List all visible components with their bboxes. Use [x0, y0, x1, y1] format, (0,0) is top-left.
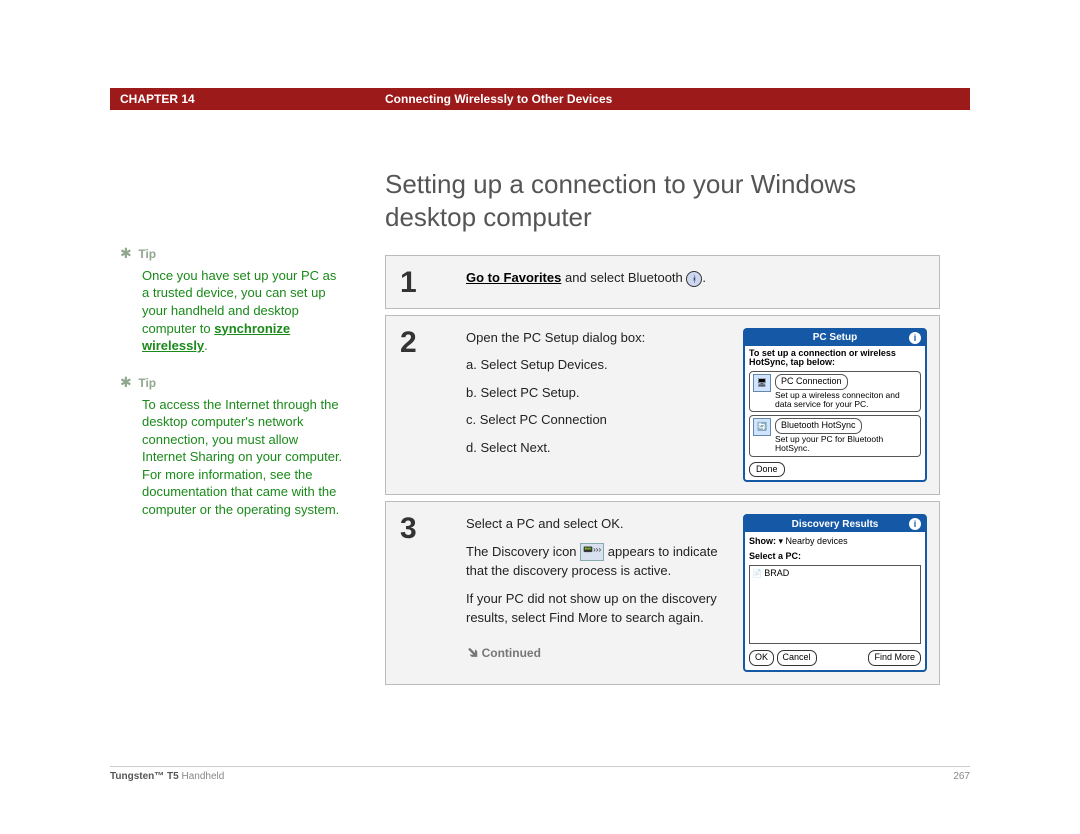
- bluetooth-hotsync-button: Bluetooth HotSync: [775, 418, 862, 434]
- page-title: Setting up a connection to your Windows …: [385, 168, 950, 233]
- pc-setup-screenshot: PC Setup i To set up a connection or wir…: [743, 328, 927, 483]
- cancel-button: Cancel: [777, 650, 817, 666]
- tip-body: Once you have set up your PC as a truste…: [142, 267, 345, 355]
- step-3: 3 Select a PC and select OK. The Discove…: [385, 501, 940, 685]
- tip-2: ✱ Tip To access the Internet through the…: [120, 373, 345, 519]
- show-row: Show: ▾ Nearby devices: [749, 535, 921, 549]
- go-to-favorites-link[interactable]: Go to Favorites: [466, 270, 561, 285]
- pc-setup-title: PC Setup i: [745, 330, 925, 346]
- chapter-header: CHAPTER 14 Connecting Wirelessly to Othe…: [110, 88, 970, 110]
- step-number: 3: [386, 502, 466, 684]
- discovery-title: Discovery Results i: [745, 516, 925, 532]
- ok-button: OK: [749, 650, 774, 666]
- step-body: Select a PC and select OK. The Discovery…: [466, 502, 939, 684]
- discovery-icon: 📟›››: [580, 543, 604, 561]
- step-body: Go to Favorites and select Bluetooth ᚼ.: [466, 256, 939, 308]
- discovery-results-screenshot: Discovery Results i Show: ▾ Nearby devic…: [743, 514, 927, 672]
- hotsync-icon: 🔄: [753, 418, 771, 436]
- page-number: 267: [953, 771, 970, 789]
- continued-label: ➔Continued: [466, 642, 731, 665]
- product-name: Tungsten™ T5 Handheld: [110, 771, 224, 789]
- asterisk-icon: ✱: [120, 374, 132, 390]
- step-body: Open the PC Setup dialog box: a. Select …: [466, 316, 939, 495]
- tip-label: Tip: [138, 376, 156, 390]
- step-1: 1 Go to Favorites and select Bluetooth ᚼ…: [385, 255, 940, 309]
- step-2: 2 Open the PC Setup dialog box: a. Selec…: [385, 315, 940, 496]
- tips-sidebar: ✱ Tip Once you have set up your PC as a …: [120, 244, 345, 536]
- page-footer: Tungsten™ T5 Handheld 267: [110, 766, 970, 789]
- list-item: BRAD: [752, 567, 918, 581]
- done-button: Done: [749, 462, 785, 478]
- step-number: 2: [386, 316, 466, 495]
- info-icon: i: [909, 332, 921, 344]
- pc-setup-instructions: To set up a connection or wireless HotSy…: [749, 349, 921, 369]
- asterisk-icon: ✱: [120, 245, 132, 261]
- bluetooth-icon: ᚼ: [686, 271, 702, 287]
- select-pc-label: Select a PC:: [749, 550, 921, 564]
- chapter-label: CHAPTER 14: [110, 92, 385, 106]
- pc-connection-button: PC Connection: [775, 374, 848, 390]
- bluetooth-hotsync-option: 🔄 Bluetooth HotSync Set up your PC for B…: [749, 415, 921, 456]
- chapter-title: Connecting Wirelessly to Other Devices: [385, 92, 612, 106]
- pc-connection-option: 🖥 PC Connection Set up a wireless connec…: [749, 371, 921, 412]
- tip-1: ✱ Tip Once you have set up your PC as a …: [120, 244, 345, 355]
- find-more-button: Find More: [868, 650, 921, 666]
- steps-container: 1 Go to Favorites and select Bluetooth ᚼ…: [385, 255, 940, 691]
- pc-icon: 🖥: [753, 374, 771, 392]
- tip-label: Tip: [138, 247, 156, 261]
- pc-list: BRAD: [749, 565, 921, 644]
- step-number: 1: [386, 256, 466, 308]
- info-icon: i: [909, 518, 921, 530]
- tip-body: To access the Internet through the deskt…: [142, 396, 345, 519]
